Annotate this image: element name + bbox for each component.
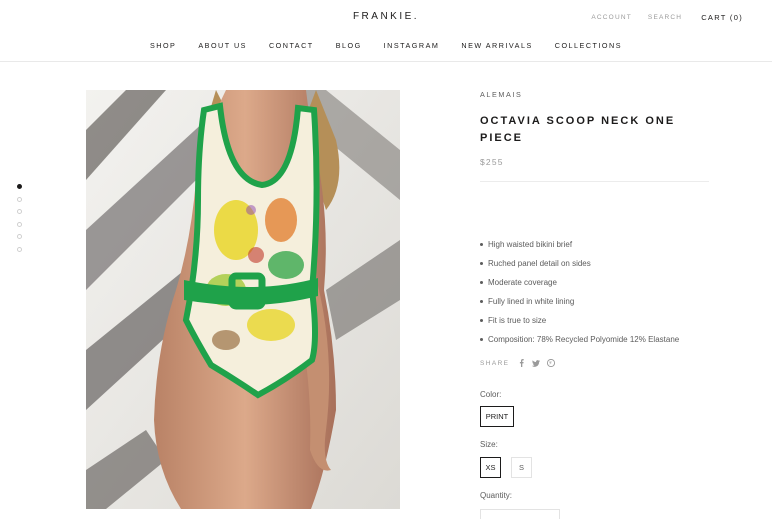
- account-link[interactable]: ACCOUNT: [591, 14, 632, 21]
- feature-item: Moderate coverage: [480, 278, 557, 287]
- product-title: OCTAVIA SCOOP NECK ONE PIECE: [480, 115, 676, 144]
- size-label: Size:: [480, 440, 498, 449]
- header-links: ACCOUNT SEARCH CART (0): [591, 13, 743, 22]
- feature-item: Fit is true to size: [479, 316, 547, 325]
- product-price: $255: [480, 157, 504, 167]
- nav-item-contact[interactable]: CONTACT: [269, 41, 314, 50]
- gallery-dot-4[interactable]: [17, 221, 22, 227]
- feature-item: Composition: 78% Recycled Polyomide 12% …: [479, 335, 680, 344]
- feature-item: Ruched panel detail on sides: [480, 259, 591, 268]
- feature-item: High waisted bikini brief: [479, 240, 573, 249]
- gallery-dot-3[interactable]: [17, 209, 22, 215]
- divider: [480, 181, 709, 182]
- product-image[interactable]: [86, 90, 400, 509]
- main-nav: SHOP ABOUT US CONTACT BLOG INSTAGRAM NEW…: [0, 41, 772, 50]
- nav-item-about-us[interactable]: ABOUT US: [198, 41, 247, 50]
- pinterest-icon[interactable]: [547, 359, 556, 367]
- swimsuit-photo: [86, 90, 400, 509]
- nav-item-blog[interactable]: BLOG: [336, 41, 362, 50]
- twitter-icon[interactable]: [532, 359, 541, 367]
- quantity-stepper[interactable]: [480, 509, 560, 519]
- facebook-icon[interactable]: [517, 359, 525, 367]
- color-label: Color:: [480, 390, 502, 399]
- quantity-label: Quantity:: [480, 491, 513, 500]
- cart-link[interactable]: CART (0): [701, 13, 743, 22]
- share-label: SHARE: [480, 359, 510, 367]
- nav-item-instagram[interactable]: INSTAGRAM: [384, 41, 440, 50]
- nav-item-new-arrivals[interactable]: NEW ARRIVALS: [461, 41, 532, 50]
- feature-item: Fully lined in white lining: [479, 297, 575, 306]
- product-info: ALEMAIS OCTAVIA SCOOP NECK ONE PIECE $25…: [479, 90, 710, 519]
- gallery-dots: [17, 184, 22, 260]
- gallery-dot-6[interactable]: [17, 246, 22, 252]
- gallery-dot-5[interactable]: [17, 234, 22, 240]
- share-bar: SHARE: [480, 359, 562, 367]
- size-option-s[interactable]: S: [511, 457, 532, 478]
- site-header: FRANKIE. ACCOUNT SEARCH CART (0) SHOP AB…: [0, 0, 772, 62]
- gallery-dot-2[interactable]: [17, 196, 22, 202]
- color-option-print[interactable]: PRINT: [480, 406, 514, 427]
- size-option-xs[interactable]: XS: [480, 457, 501, 478]
- gallery-dot-1[interactable]: [17, 184, 22, 189]
- nav-item-shop[interactable]: SHOP: [150, 41, 176, 50]
- search-link[interactable]: SEARCH: [648, 14, 682, 21]
- product-brand[interactable]: ALEMAIS: [480, 90, 710, 99]
- nav-item-collections[interactable]: COLLECTIONS: [555, 41, 622, 50]
